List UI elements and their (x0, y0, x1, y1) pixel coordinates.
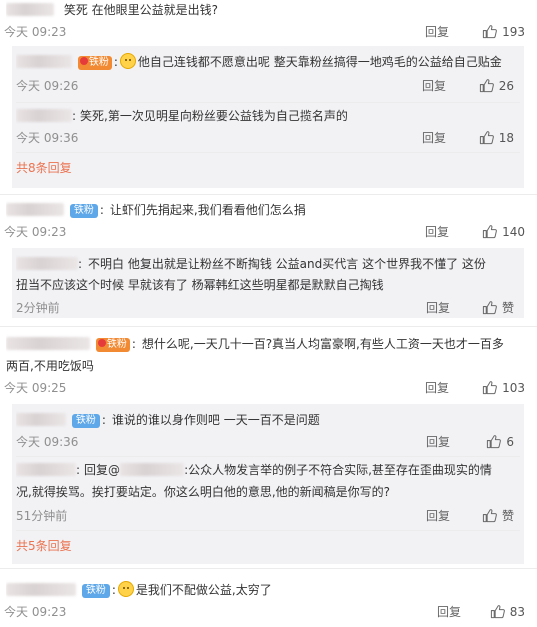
like-button[interactable]: 赞 (482, 298, 514, 318)
emoji-icon (119, 53, 136, 69)
fan-badge: 铁粉 (77, 56, 112, 70)
username[interactable] (16, 109, 72, 122)
fan-badge: 铁粉 (69, 204, 98, 218)
comment-text-continued: 两百,不用吃饭吗 (6, 359, 94, 373)
reply-button[interactable]: 回复 (426, 432, 450, 452)
reply-button[interactable]: 回复 (425, 222, 449, 242)
timestamp: 今天 09:26 (16, 79, 79, 93)
medal-icon (97, 339, 106, 347)
thumbs-up-icon (490, 604, 505, 619)
like-button[interactable]: 103 (482, 378, 525, 398)
comment-text: 铁粉: 想什么呢,一天几十一百?真当人均富豪啊,有些人工资一天也才一百多 (6, 334, 537, 354)
timestamp: 今天 09:25 (4, 381, 67, 395)
comment-text: 笑死 在他眼里公益就是出钱? (6, 0, 537, 20)
reply-button[interactable]: 回复 (426, 298, 450, 318)
comment-1: 笑死 在他眼里公益就是出钱? 今天 09:23 回复 193 铁粉: 他自己连钱都… (0, 0, 537, 192)
like-button[interactable]: 83 (490, 602, 525, 622)
thumbs-up-icon (482, 300, 497, 315)
timestamp: 今天 09:23 (4, 25, 67, 39)
fan-badge: 铁粉 (81, 584, 110, 598)
divider (0, 568, 537, 569)
reply-button[interactable]: 回复 (425, 22, 449, 42)
comment-4: 铁粉: 是我们不配做公益,太穷了 今天 09:23 回复 83 (0, 578, 537, 626)
like-button[interactable]: 赞 (482, 506, 514, 526)
username[interactable] (6, 3, 54, 16)
reply-button[interactable]: 回复 (422, 128, 446, 148)
username[interactable] (16, 413, 66, 426)
thumbs-up-icon (482, 380, 497, 395)
comment-text: 铁粉: 让虾们先捐起来,我们看看他们怎么捐 (6, 200, 537, 220)
like-button[interactable]: 193 (482, 22, 525, 42)
username[interactable] (6, 337, 90, 350)
divider (0, 194, 537, 195)
reply-button[interactable]: 回复 (425, 378, 449, 398)
reply-text-continued: 扭当不应该这个时候 早就该有了 杨幂韩红这些明星都是默默自己掏钱 (16, 278, 384, 292)
view-more-replies-link[interactable]: 共5条回复 (16, 536, 72, 556)
reply-button[interactable]: 回复 (426, 506, 450, 526)
timestamp: 今天 09:36 (16, 435, 79, 449)
timestamp: 今天 09:23 (4, 605, 67, 619)
fan-badge: 铁粉 (95, 338, 130, 352)
thumbs-up-icon (482, 224, 497, 239)
like-button[interactable]: 6 (486, 432, 514, 452)
timestamp: 2分钟前 (16, 301, 60, 315)
reply-text: : 回复@:公众人物发言举的例子不符合实际,甚至存在歪曲现实的情 (16, 460, 524, 480)
thumbs-up-icon (479, 78, 494, 93)
reply-button[interactable]: 回复 (422, 76, 446, 96)
divider (16, 102, 520, 103)
emoji-icon (117, 581, 134, 597)
username[interactable] (16, 463, 76, 476)
username[interactable] (16, 55, 72, 68)
thumbs-up-icon (482, 24, 497, 39)
view-more-replies-link[interactable]: 共8条回复 (16, 158, 72, 178)
reply-thread: 铁粉: 谁说的谁以身作则吧 一天一百不是问题 今天 09:36 回复 6 : 回复@… (12, 404, 524, 564)
username[interactable] (6, 203, 64, 216)
reply-text-continued: 况,就得挨骂。挨打要站定。你这么明白他的意思,他的新闻稿是你写的? (16, 485, 391, 499)
divider (16, 152, 520, 153)
comment-text: 铁粉: 是我们不配做公益,太穷了 (6, 580, 537, 600)
username[interactable] (16, 257, 78, 270)
comment-3: 铁粉: 想什么呢,一天几十一百?真当人均富豪啊,有些人工资一天也才一百多 两百,不… (0, 332, 537, 566)
like-button[interactable]: 18 (479, 128, 514, 148)
thumbs-up-icon (479, 130, 494, 145)
timestamp: 今天 09:36 (16, 131, 79, 145)
divider (16, 530, 520, 531)
timestamp: 今天 09:23 (4, 225, 67, 239)
like-button[interactable]: 26 (479, 76, 514, 96)
reply-text: : 笑死,第一次见明星向粉丝要公益钱为自己揽名声的 (16, 106, 524, 126)
like-button[interactable]: 140 (482, 222, 525, 242)
comment-2: 铁粉: 让虾们先捐起来,我们看看他们怎么捐 今天 09:23 回复 140 : 不明… (0, 198, 537, 322)
mentioned-username[interactable] (120, 463, 185, 476)
medal-icon (79, 57, 88, 65)
reply-thread: 铁粉: 他自己连钱都不愿意出呢 整天靠粉丝搞得一地鸡毛的公益给自己贴金 今天 09… (12, 46, 524, 188)
reply-thread: : 不明白 他复出就是让粉丝不断掏钱 公益and买代言 这个世界我不懂了 这份 扭… (12, 248, 524, 318)
divider (16, 456, 520, 457)
reply-text: 铁粉: 谁说的谁以身作则吧 一天一百不是问题 (16, 410, 524, 430)
reply-text: 铁粉: 他自己连钱都不愿意出呢 整天靠粉丝搞得一地鸡毛的公益给自己贴金 (16, 52, 524, 72)
divider (0, 326, 537, 327)
thumbs-up-icon (486, 434, 501, 449)
reply-button[interactable]: 回复 (437, 602, 461, 622)
reply-text: : 不明白 他复出就是让粉丝不断掏钱 公益and买代言 这个世界我不懂了 这份 (16, 254, 524, 274)
thumbs-up-icon (482, 508, 497, 523)
username[interactable] (6, 583, 76, 596)
timestamp: 51分钟前 (16, 509, 68, 523)
fan-badge: 铁粉 (71, 414, 100, 428)
